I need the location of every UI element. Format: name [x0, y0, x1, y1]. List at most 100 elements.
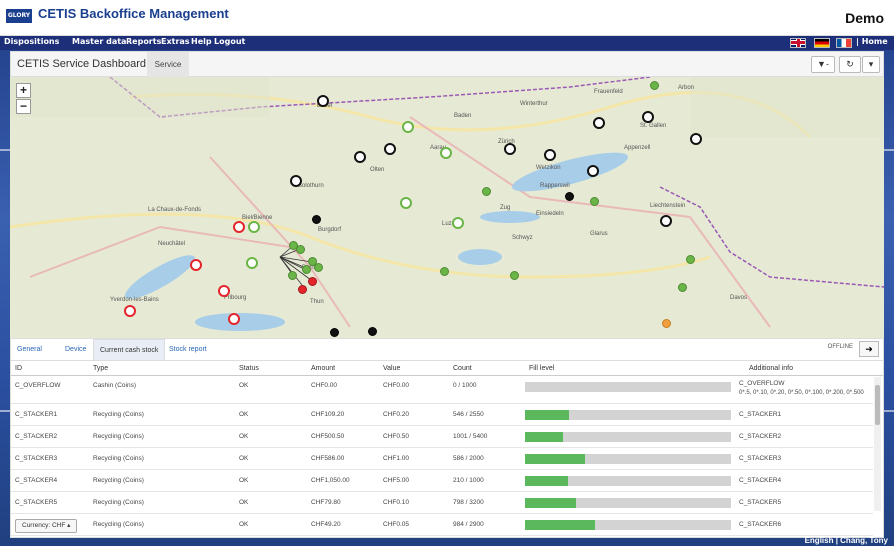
map-device-marker[interactable]	[302, 265, 311, 274]
glory-logo: GLORY	[6, 9, 32, 23]
cell-value: CHF0.20	[383, 411, 410, 418]
map-cluster-marker[interactable]	[690, 133, 702, 145]
map-device-marker[interactable]	[678, 283, 687, 292]
zoom-out-button[interactable]: −	[16, 99, 31, 114]
map-cluster-marker[interactable]	[246, 257, 258, 269]
map-device-marker[interactable]	[312, 215, 321, 224]
column-header[interactable]: Fill level	[529, 365, 554, 372]
cell-amount: CHF79.80	[311, 499, 341, 506]
map-cluster-marker[interactable]	[124, 305, 136, 317]
map-cluster-marker[interactable]	[642, 111, 654, 123]
column-header[interactable]: Type	[93, 365, 108, 372]
nav-dispositions[interactable]: Dispositions	[4, 37, 59, 46]
map-device-marker[interactable]	[510, 271, 519, 280]
map-cluster-marker[interactable]	[248, 221, 260, 233]
map-cluster-marker[interactable]	[452, 217, 464, 229]
map-cluster-marker[interactable]	[384, 143, 396, 155]
column-header[interactable]: Value	[383, 365, 400, 372]
france-flag-icon[interactable]	[836, 38, 852, 48]
map-cluster-marker[interactable]	[233, 221, 245, 233]
map-cluster-marker[interactable]	[660, 215, 672, 227]
open-device-button[interactable]: ➜	[859, 341, 879, 357]
cell-amount: CHF586.00	[311, 455, 345, 462]
map-cluster-marker[interactable]	[440, 147, 452, 159]
map-device-marker[interactable]	[288, 271, 297, 280]
map-cluster-marker[interactable]	[317, 95, 329, 107]
table-scrollbar[interactable]	[874, 377, 881, 511]
scrollbar-thumb[interactable]	[875, 385, 880, 425]
map-device-marker[interactable]	[590, 197, 599, 206]
map-cluster-marker[interactable]	[354, 151, 366, 163]
column-header[interactable]: ID	[15, 365, 22, 372]
table-row[interactable]: C_STACKER3 Recycling (Coins) OK CHF586.00 CH…	[11, 448, 873, 470]
fill-level-bar-fill	[525, 454, 586, 464]
map-device-marker[interactable]	[565, 192, 574, 201]
tab-service[interactable]: Service	[147, 52, 189, 77]
table-row[interactable]: C_STACKER6 Recycling (Coins) OK CHF49.20 CHF…	[11, 514, 873, 536]
refresh-button[interactable]: ↻	[839, 56, 861, 73]
column-header[interactable]: Additional info	[749, 365, 793, 372]
map-cluster-marker[interactable]	[593, 117, 605, 129]
options-dropdown-button[interactable]: ▾	[862, 56, 880, 73]
nav-master-data[interactable]: Master data	[72, 37, 126, 46]
map-cluster-marker[interactable]	[400, 197, 412, 209]
table-row[interactable]: C_STACKER4 Recycling (Coins) OK CHF1,050.00…	[11, 470, 873, 492]
currency-selector[interactable]: Currency: CHF ▴	[15, 519, 78, 533]
cell-count: 798 / 3200	[453, 499, 484, 506]
map-cluster-marker[interactable]	[544, 149, 556, 161]
zoom-in-button[interactable]: +	[16, 83, 31, 98]
map-city-label: Liechtenstein	[650, 203, 686, 209]
service-map[interactable]: + − Basel Baden Winterthur Frauenfeld Ar…	[10, 77, 884, 338]
nav-logout[interactable]: Logout	[214, 37, 245, 46]
tab-current-cash-stock[interactable]: Current cash stock	[93, 339, 166, 360]
map-cluster-marker[interactable]	[587, 165, 599, 177]
nav-home[interactable]: | Home	[856, 37, 888, 46]
tab-stock-report[interactable]: Stock report	[169, 339, 207, 360]
nav-extras[interactable]: Extras	[161, 37, 190, 46]
map-cluster-marker[interactable]	[190, 259, 202, 271]
germany-flag-icon[interactable]	[814, 38, 830, 48]
map-cluster-marker[interactable]	[504, 143, 516, 155]
cell-count: 546 / 2550	[453, 411, 484, 418]
cell-amount: CHF1,050.00	[311, 477, 350, 484]
map-cluster-marker[interactable]	[218, 285, 230, 297]
map-cluster-marker[interactable]	[228, 313, 240, 325]
cell-status: OK	[239, 499, 249, 506]
cell-amount: CHF0.00	[311, 382, 338, 389]
map-city-label: Rapperswil	[540, 183, 570, 189]
map-device-marker[interactable]	[650, 81, 659, 90]
table-row[interactable]: C_STACKER5 Recycling (Coins) OK CHF79.80 CHF…	[11, 492, 873, 514]
tab-device[interactable]: Device	[65, 339, 86, 360]
map-device-marker[interactable]	[314, 263, 323, 272]
tab-general[interactable]: General	[17, 339, 42, 360]
fill-level-bar	[525, 432, 731, 442]
map-device-marker[interactable]	[298, 285, 307, 294]
filter-button[interactable]: ▼-	[811, 56, 835, 73]
fill-level-bar-fill	[525, 476, 569, 486]
fill-level-bar-fill	[525, 432, 564, 442]
map-device-marker[interactable]	[662, 319, 671, 328]
map-device-marker[interactable]	[368, 327, 377, 336]
table-row[interactable]: C_OVERFLOW Cashin (Coins) OK CHF0.00 CHF0.00…	[11, 377, 873, 404]
map-city-label: Schwyz	[512, 235, 533, 241]
column-header[interactable]: Count	[453, 365, 472, 372]
nav-reports[interactable]: Reports	[126, 37, 161, 46]
cell-status: OK	[239, 382, 249, 389]
map-cluster-marker[interactable]	[402, 121, 414, 133]
map-city-label: Baden	[454, 113, 472, 119]
map-device-marker[interactable]	[308, 277, 317, 286]
table-row[interactable]: C_STACKER1 Recycling (Coins) OK CHF109.20 CH…	[11, 404, 873, 426]
column-header[interactable]: Status	[239, 365, 259, 372]
map-device-marker[interactable]	[296, 245, 305, 254]
map-device-marker[interactable]	[330, 328, 339, 337]
map-device-marker[interactable]	[440, 267, 449, 276]
map-device-marker[interactable]	[686, 255, 695, 264]
column-header[interactable]: Amount	[311, 365, 335, 372]
table-row[interactable]: C_STACKER2 Recycling (Coins) OK CHF500.50 CH…	[11, 426, 873, 448]
nav-help[interactable]: Help	[191, 37, 212, 46]
map-device-marker[interactable]	[482, 187, 491, 196]
fill-level-bar	[525, 382, 731, 392]
uk-flag-icon[interactable]	[790, 38, 806, 48]
fill-level-bar	[525, 454, 731, 464]
map-cluster-marker[interactable]	[290, 175, 302, 187]
